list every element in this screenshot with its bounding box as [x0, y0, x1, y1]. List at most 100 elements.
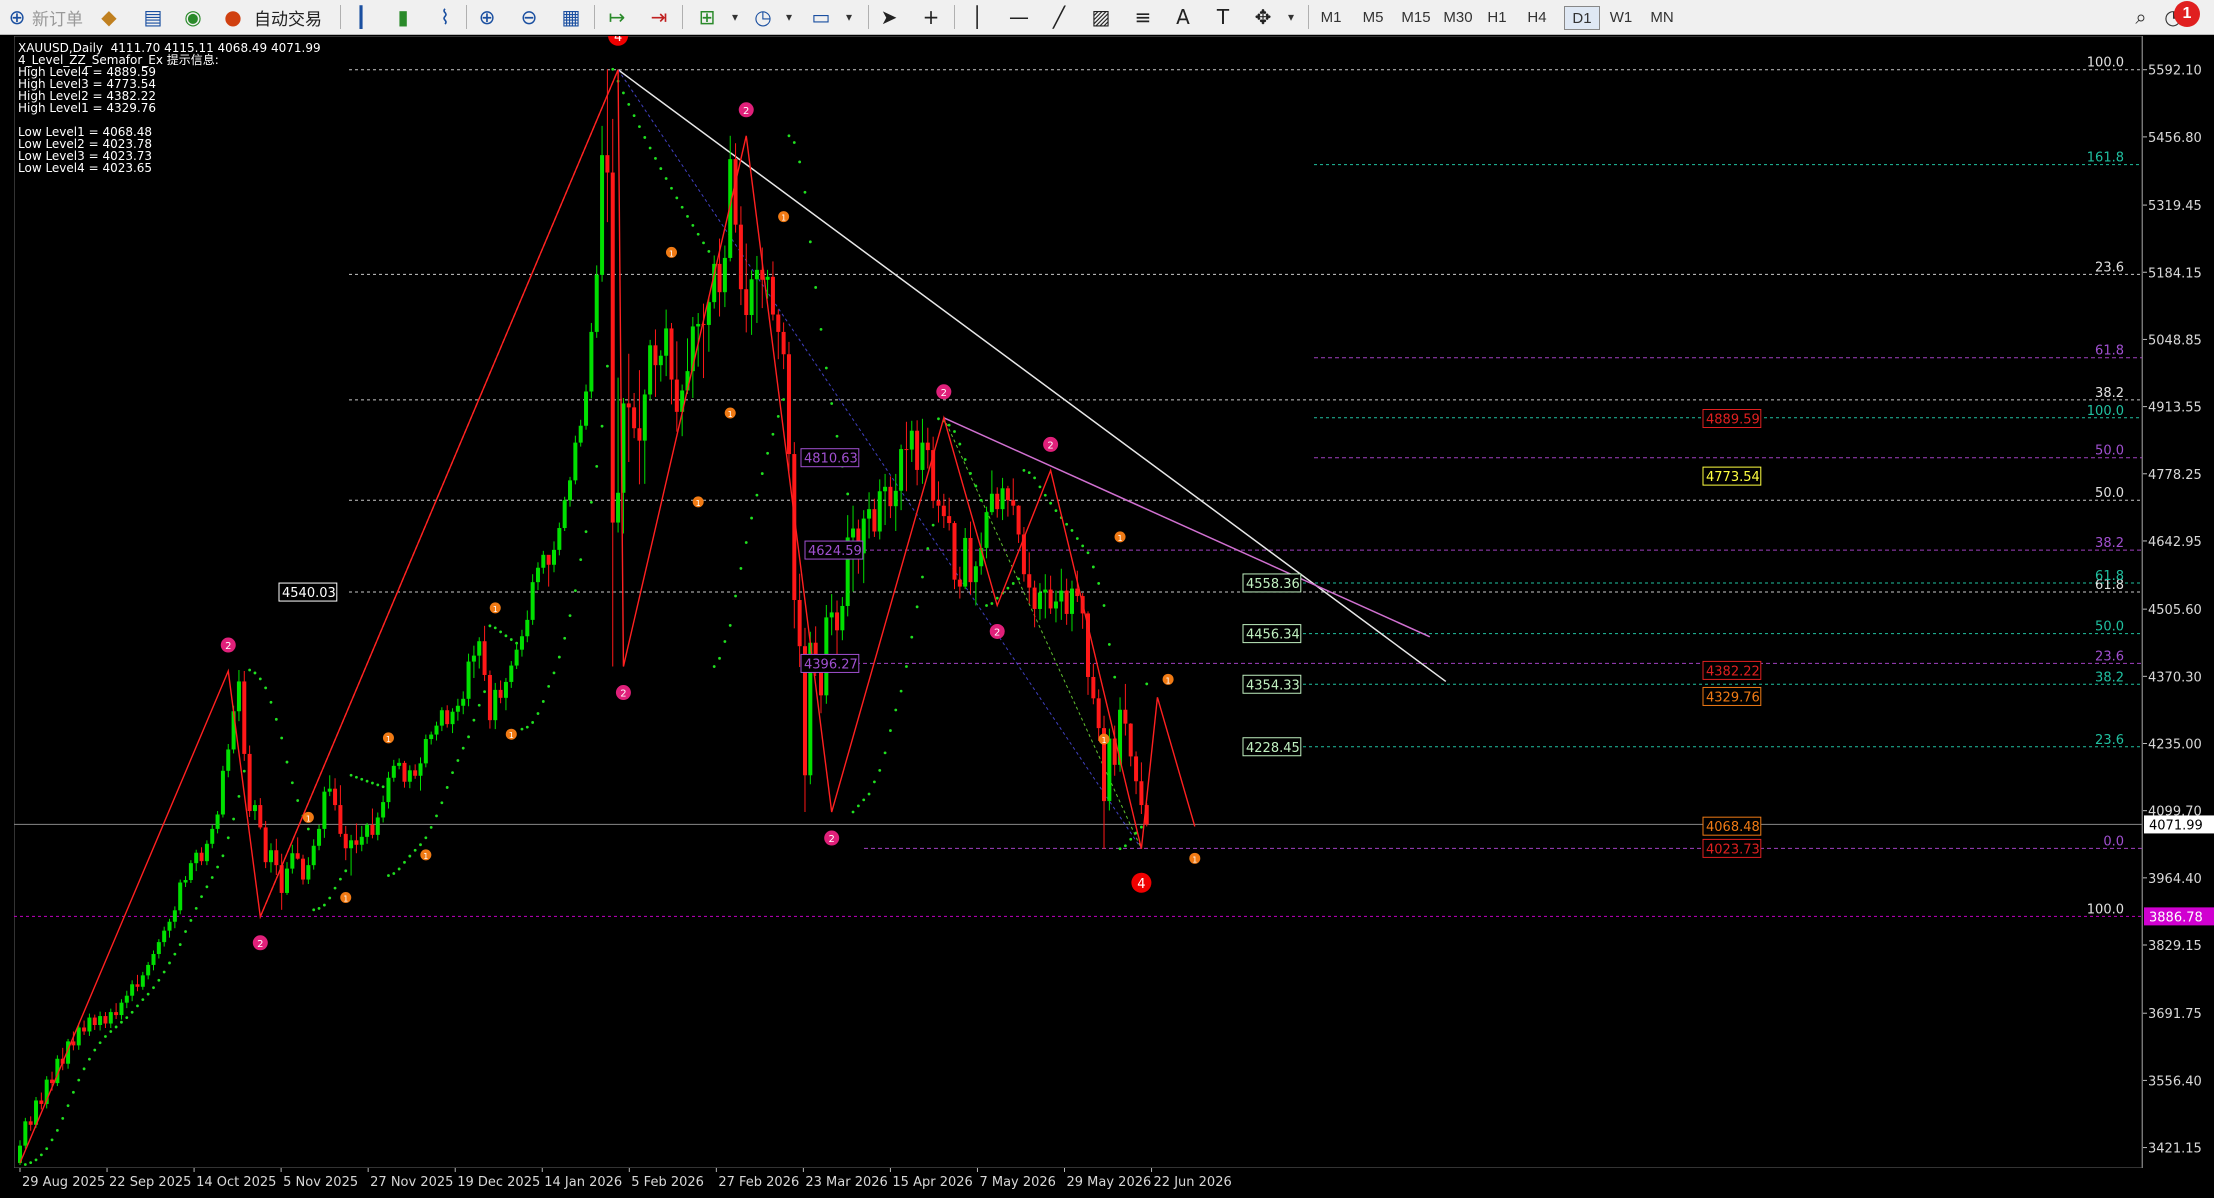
- timeframe-w1[interactable]: W1: [1604, 6, 1638, 28]
- templates-icon[interactable]: ▭: [808, 4, 834, 30]
- candle-body: [888, 486, 893, 507]
- price-axis[interactable]: 5592.10 5456.80 5319.45 5184.15 5048.85 4913.…: [2142, 36, 2214, 1168]
- candle-body: [365, 824, 370, 837]
- price-chart[interactable]: 4 4 2 2 2 2 2 2 2 2 1 1 1 1 1 1 1 1 1 1 1 1 1 1 4540.03 4810.63 4…: [13, 25, 2143, 1169]
- psar-dot: [141, 998, 145, 1002]
- level-label-purple-1: 4810.63: [804, 452, 858, 467]
- channel-icon[interactable]: ▨: [1088, 4, 1114, 30]
- timeframe-m30[interactable]: M30: [1438, 6, 1478, 28]
- psar-dot: [824, 366, 828, 370]
- psar-dot: [285, 760, 289, 764]
- candlestick-icon[interactable]: ▮: [390, 4, 416, 30]
- level-label-high2: 4382.22: [1706, 664, 1760, 679]
- candle-body: [509, 665, 514, 682]
- auto-scroll-icon[interactable]: ↦: [604, 4, 630, 30]
- psar-dot: [1043, 493, 1047, 497]
- psar-dot: [200, 895, 203, 899]
- psar-dot: [472, 718, 476, 722]
- psar-dot: [739, 567, 743, 570]
- auto-trade-button[interactable]: 自动交易: [254, 3, 322, 31]
- chevron-down-icon[interactable]: ▾: [836, 4, 862, 30]
- candle-body: [754, 269, 759, 280]
- zoom-out-icon[interactable]: ⊖: [516, 4, 542, 30]
- timeframe-h1[interactable]: H1: [1480, 6, 1514, 28]
- psar-dot: [899, 689, 903, 693]
- indicators-icon[interactable]: ⊞: [694, 4, 720, 30]
- chart-shift-icon[interactable]: ⇥: [646, 4, 672, 30]
- semafor-label: 1: [343, 895, 348, 904]
- psar-dot: [648, 146, 652, 150]
- alert-count-badge[interactable]: 1: [2174, 1, 2200, 27]
- psar-dot: [98, 1041, 102, 1045]
- tile-windows-icon[interactable]: ▦: [558, 4, 584, 30]
- timeframe-d1[interactable]: D1: [1564, 6, 1600, 30]
- search-icon[interactable]: ⌕: [2128, 4, 2154, 30]
- trendline-icon[interactable]: ╱: [1046, 4, 1072, 30]
- fibonacci-icon[interactable]: ≡: [1130, 4, 1156, 30]
- time-tick-label: 5 Nov 2025: [283, 1175, 358, 1190]
- timeframe-h4[interactable]: H4: [1520, 6, 1554, 28]
- psar-dot: [696, 232, 700, 236]
- new-order-icon[interactable]: ⊕: [4, 4, 30, 30]
- periods-icon[interactable]: ◷: [750, 4, 776, 30]
- book-icon[interactable]: ◆: [96, 4, 122, 30]
- candle-body: [124, 995, 129, 1003]
- candle-body: [413, 770, 418, 776]
- shapes-icon[interactable]: ✥: [1250, 4, 1276, 30]
- psar-dot: [381, 785, 385, 789]
- candle-body: [1011, 500, 1016, 506]
- psar-dot: [744, 541, 748, 544]
- chevron-down-icon[interactable]: ▾: [776, 4, 802, 30]
- candle-body: [498, 689, 503, 698]
- candle-body: [82, 1027, 87, 1032]
- psar-dot: [1118, 847, 1122, 851]
- psar-dot: [584, 530, 588, 534]
- timeframe-m15[interactable]: M15: [1396, 6, 1436, 28]
- psar-dot: [360, 777, 364, 781]
- psar-dot: [1070, 529, 1074, 532]
- bar-chart-icon[interactable]: ┃: [348, 4, 374, 30]
- psar-dot: [926, 547, 930, 550]
- psar-dot: [579, 558, 583, 562]
- new-order-button[interactable]: 新订单: [32, 3, 83, 31]
- psar-dot: [675, 196, 679, 200]
- candle-body: [317, 828, 322, 846]
- horizontal-line-icon[interactable]: —: [1006, 4, 1032, 30]
- psar-dot: [253, 671, 257, 675]
- psar-dot: [552, 671, 556, 675]
- chevron-down-icon[interactable]: ▾: [722, 4, 748, 30]
- market-watch-icon[interactable]: ▤: [140, 4, 166, 30]
- time-axis[interactable]: 29 Aug 2025 22 Sep 2025 14 Oct 2025 5 Nov 2…: [0, 1168, 2214, 1193]
- candle-body: [605, 155, 610, 173]
- price-axis-canvas: 5592.10 5456.80 5319.45 5184.15 5048.85 4913.…: [2143, 64, 2214, 1157]
- line-chart-icon[interactable]: ⌇: [432, 4, 458, 30]
- psar-dot: [1097, 582, 1101, 585]
- chart-canvas[interactable]: 4 4 2 2 2 2 2 2 2 2 1 1 1 1 1 1 1 1 1 1 1 1 1 1 4540.03 4810.63 4…: [13, 25, 2143, 1169]
- psar-dot: [456, 759, 460, 762]
- timeframe-mn[interactable]: MN: [1644, 6, 1680, 28]
- crosshair-icon[interactable]: +: [918, 4, 944, 30]
- psar-dot: [55, 1128, 59, 1132]
- vertical-line-icon[interactable]: │: [964, 4, 990, 30]
- candle-body: [87, 1017, 92, 1032]
- cursor-icon[interactable]: ➤: [876, 4, 902, 30]
- auto-trade-icon[interactable]: ●: [220, 4, 246, 30]
- text-icon[interactable]: A: [1170, 4, 1196, 30]
- candle-body: [178, 882, 183, 911]
- time-tick-label: 27 Feb 2026: [718, 1175, 799, 1190]
- fib-label-white: 100.0: [2087, 902, 2124, 917]
- candle-body: [770, 276, 775, 315]
- psar-dot: [563, 636, 567, 640]
- timeframe-m1[interactable]: M1: [1316, 6, 1346, 28]
- psar-dot: [306, 827, 310, 831]
- signals-icon[interactable]: ◉: [180, 4, 206, 30]
- psar-dot: [921, 575, 924, 579]
- chevron-down-icon[interactable]: ▾: [1278, 4, 1304, 30]
- candle-body: [1091, 676, 1096, 699]
- zoom-in-icon[interactable]: ⊕: [474, 4, 500, 30]
- candle-body: [322, 791, 327, 829]
- text-label-icon[interactable]: T: [1210, 4, 1236, 30]
- psar-dot: [408, 854, 412, 858]
- timeframe-m5[interactable]: M5: [1356, 6, 1390, 28]
- candle-body: [594, 274, 599, 332]
